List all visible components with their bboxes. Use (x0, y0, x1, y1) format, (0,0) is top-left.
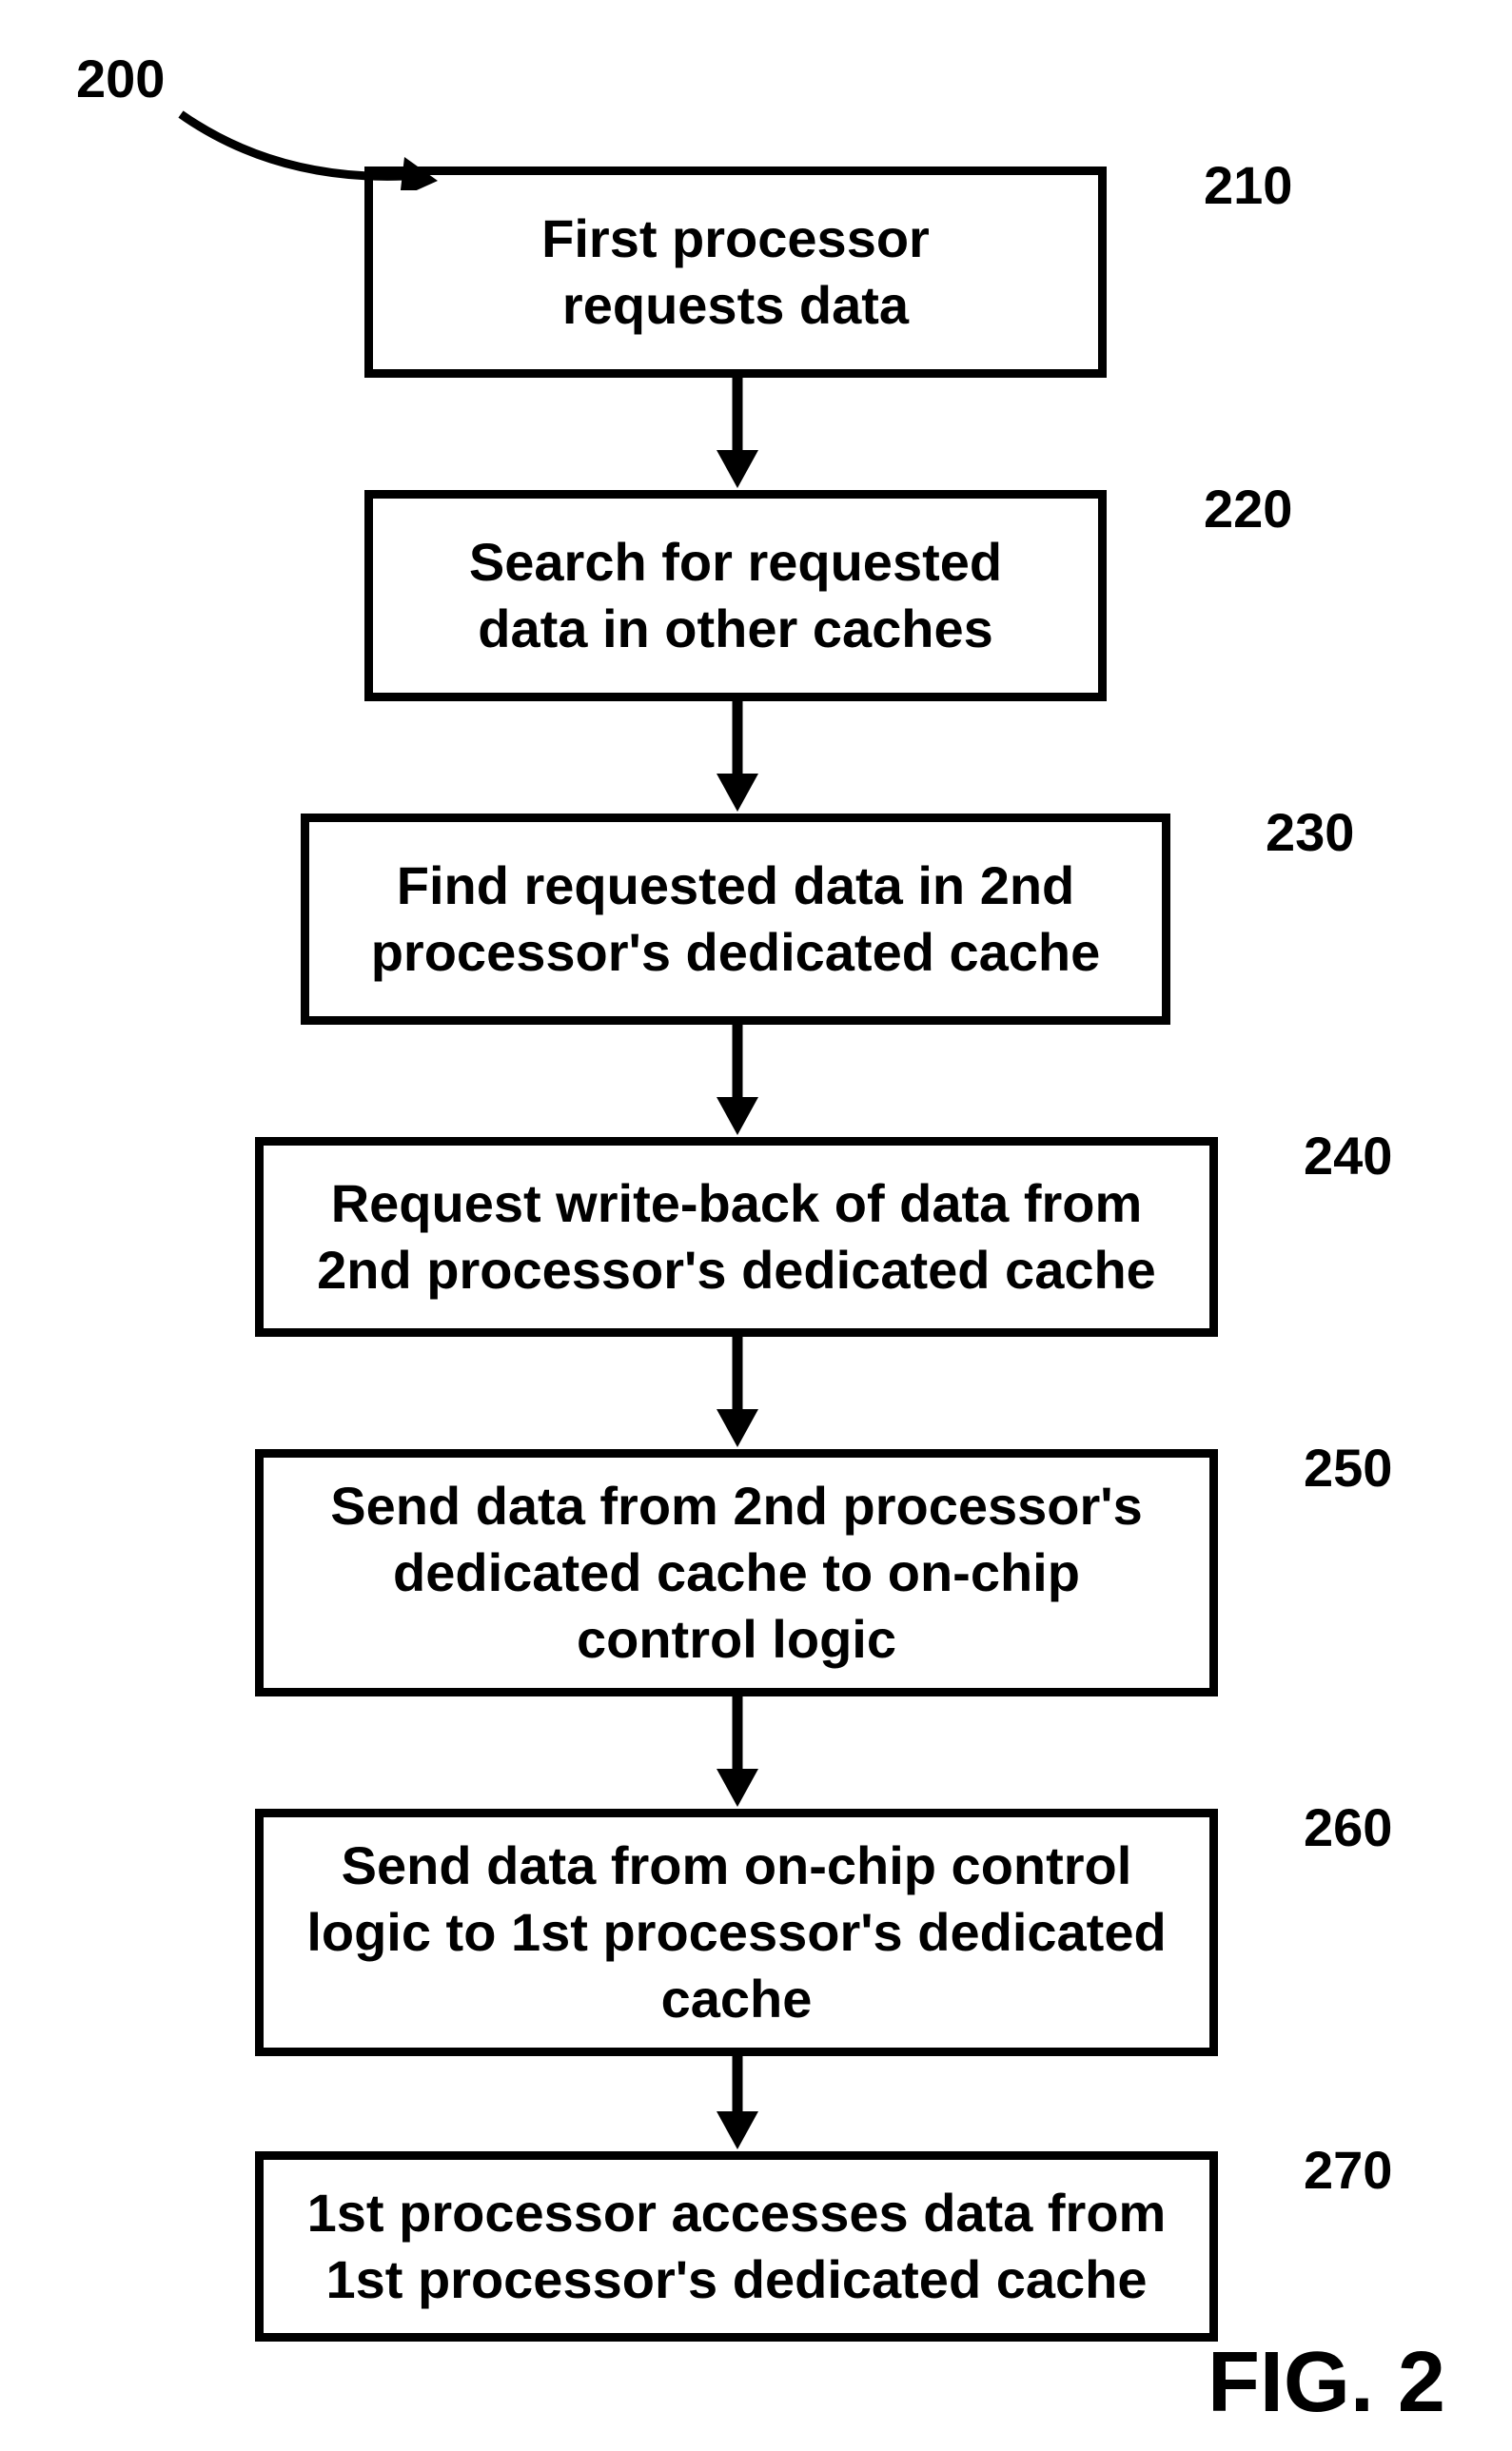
step-ref-number: 250 (1304, 1437, 1392, 1499)
flow-step: Send data from 2nd processor'sdedicated … (255, 1449, 1218, 1696)
flow-step: First processorrequests data (364, 167, 1107, 378)
down-arrow-icon (709, 1335, 766, 1449)
down-arrow-icon (709, 1023, 766, 1137)
figure-ref-text: 200 (76, 49, 165, 108)
down-arrow-icon (709, 2054, 766, 2151)
down-arrow-icon (709, 699, 766, 814)
flow-step-text: Request write-back of data from2nd proce… (317, 1170, 1156, 1304)
step-ref-number: 220 (1204, 478, 1292, 539)
step-ref-number: 240 (1304, 1125, 1392, 1186)
flow-step-text: Find requested data in 2ndprocessor's de… (371, 853, 1101, 986)
down-arrow-icon (709, 1695, 766, 1809)
step-ref-number: 210 (1204, 154, 1292, 216)
step-ref-number: 230 (1266, 801, 1354, 863)
flow-step-text: Send data from on-chip controllogic to 1… (306, 1833, 1166, 2032)
flow-step: Request write-back of data from2nd proce… (255, 1137, 1218, 1337)
flow-step: Search for requesteddata in other caches (364, 490, 1107, 701)
down-arrow-icon (709, 376, 766, 490)
figure-ref-number: 200 (76, 48, 165, 109)
flow-step-text: First processorrequests data (541, 206, 930, 339)
step-ref-number: 260 (1304, 1796, 1392, 1858)
flow-step: 1st processor accesses data from1st proc… (255, 2151, 1218, 2342)
flow-step: Find requested data in 2ndprocessor's de… (301, 814, 1170, 1025)
flow-step-text: Send data from 2nd processor'sdedicated … (330, 1473, 1143, 1673)
figure-caption: FIG. 2 (1208, 2334, 1445, 2432)
flow-step-text: Search for requesteddata in other caches (469, 529, 1002, 662)
flowchart-canvas: 200 First processorrequests data 210 Sea… (0, 0, 1512, 2451)
flow-step-text: 1st processor accesses data from1st proc… (307, 2180, 1167, 2313)
step-ref-number: 270 (1304, 2139, 1392, 2201)
flow-step: Send data from on-chip controllogic to 1… (255, 1809, 1218, 2056)
